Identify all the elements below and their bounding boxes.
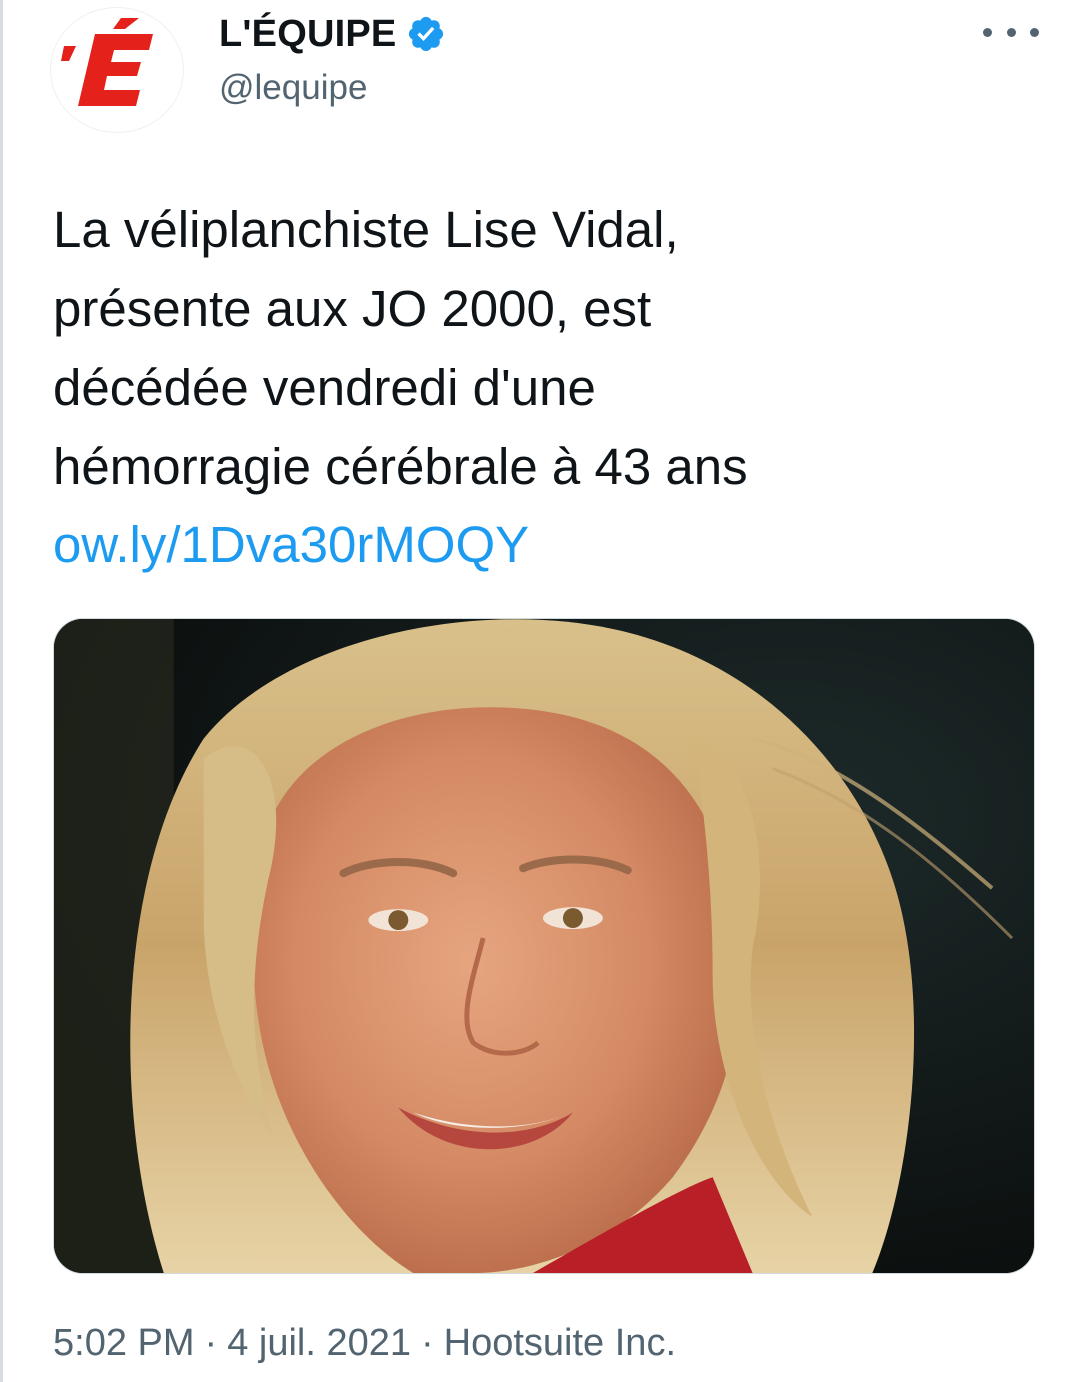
- more-options-icon: [983, 27, 992, 37]
- portrait-photo: [54, 619, 1034, 1273]
- author-display-name[interactable]: L'ÉQUIPE: [219, 13, 396, 56]
- verified-badge-icon: [406, 14, 446, 54]
- meta-separator: ·: [421, 1322, 434, 1364]
- tweet-date[interactable]: 4 juil. 2021: [227, 1322, 411, 1365]
- tweet: L'ÉQUIPE @lequipe La véliplanchiste Lise…: [0, 0, 1080, 1382]
- lequipe-logo-icon: [56, 9, 178, 131]
- tweet-time[interactable]: 5:02 PM: [53, 1322, 195, 1365]
- tweet-source[interactable]: Hootsuite Inc.: [444, 1322, 676, 1365]
- author-name-row[interactable]: L'ÉQUIPE: [219, 12, 446, 56]
- tweet-meta: 5:02 PM · 4 juil. 2021 · Hootsuite Inc.: [53, 1322, 676, 1365]
- more-options-dot: [1030, 27, 1039, 37]
- tweet-photo[interactable]: [53, 618, 1035, 1274]
- tweet-text: La véliplanchiste Lise Vidal, présente a…: [53, 201, 748, 495]
- more-options-dot: [1006, 27, 1016, 37]
- more-options-button[interactable]: [983, 12, 1039, 52]
- tweet-link[interactable]: ow.ly/1Dva30rMOQY: [53, 505, 529, 584]
- author-handle[interactable]: @lequipe: [219, 68, 367, 108]
- author-avatar[interactable]: [51, 8, 183, 132]
- meta-separator: ·: [204, 1322, 218, 1364]
